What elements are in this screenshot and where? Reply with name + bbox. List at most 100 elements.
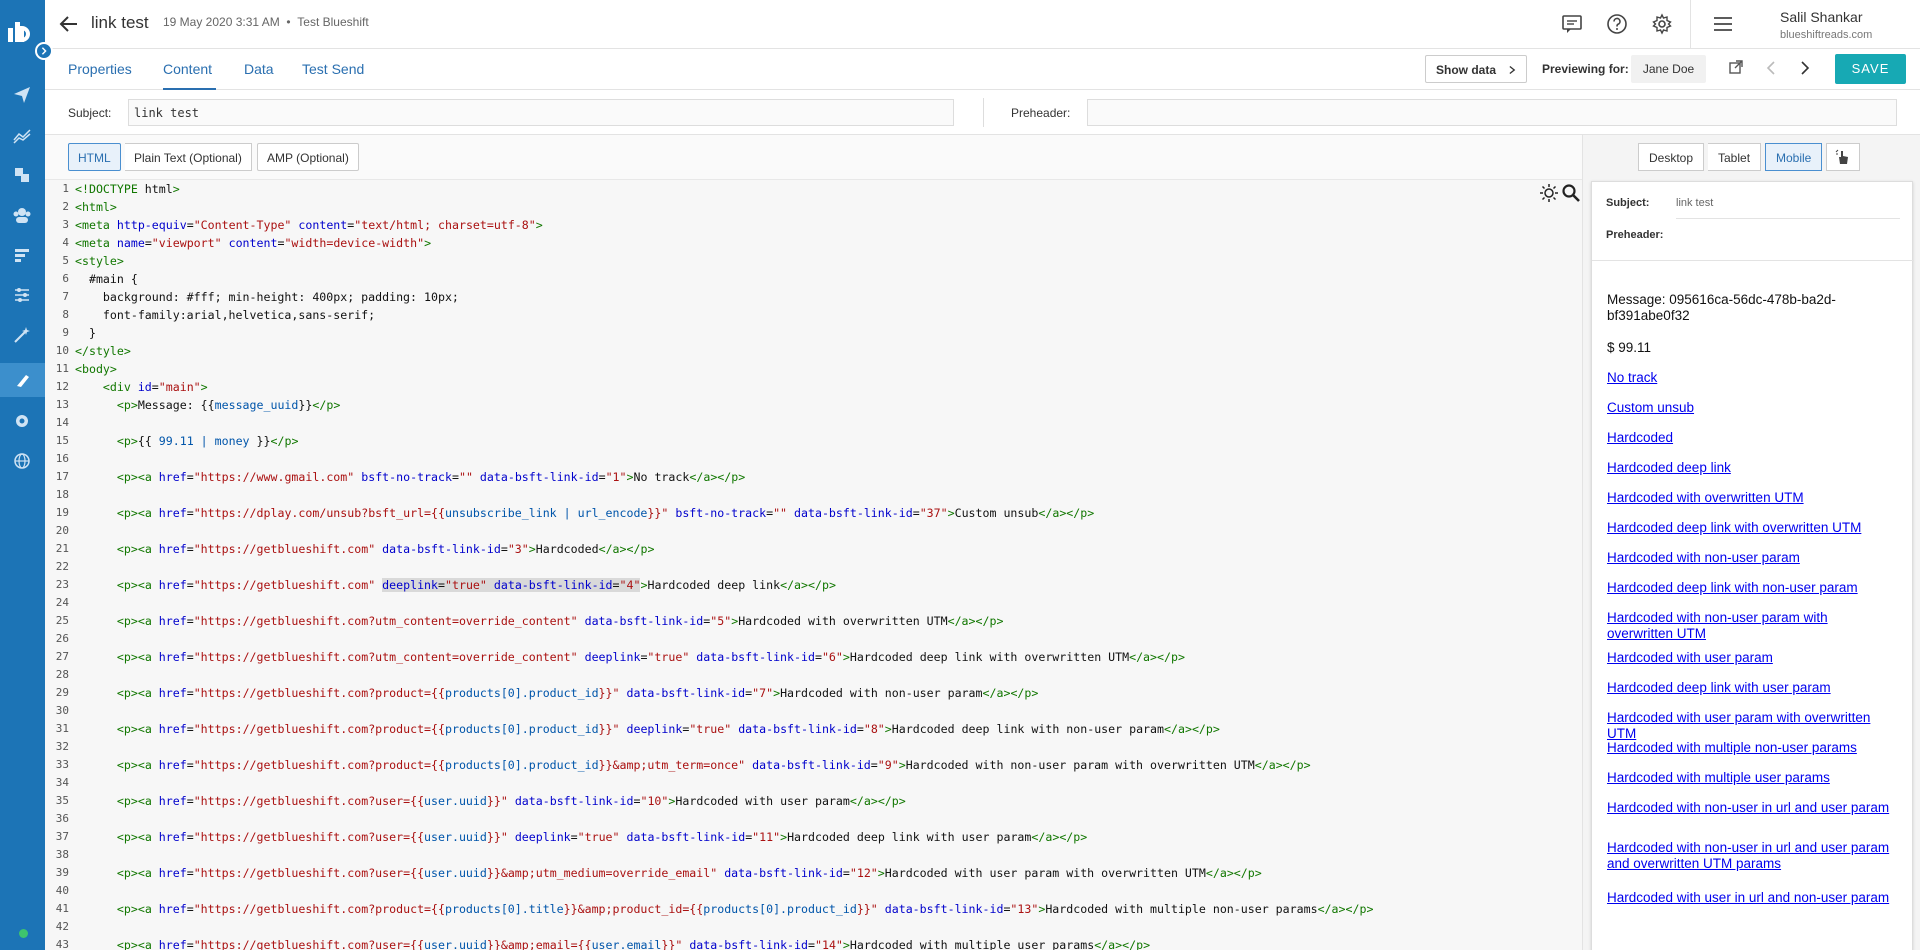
code-line: 26 xyxy=(45,630,1582,648)
line-number: 28 xyxy=(55,668,69,681)
code-line: 38 xyxy=(45,846,1582,864)
tab-content[interactable]: Content xyxy=(163,61,212,77)
device-tablet-button[interactable]: Tablet xyxy=(1708,143,1762,171)
show-data-button[interactable]: Show data xyxy=(1425,55,1527,83)
code-line: 33 <p><a href="https://getblueshift.com?… xyxy=(45,756,1582,774)
preview-link[interactable]: No track xyxy=(1607,370,1897,386)
device-desktop-button[interactable]: Desktop xyxy=(1638,143,1705,171)
workspace-name: Test Blueshift xyxy=(297,15,369,29)
preview-link[interactable]: Hardcoded xyxy=(1607,430,1897,446)
code-line: 31 <p><a href="https://getblueshift.com?… xyxy=(45,720,1582,738)
code-line: 39 <p><a href="https://getblueshift.com?… xyxy=(45,864,1582,882)
preview-link[interactable]: Hardcoded with non-user in url and user … xyxy=(1607,840,1897,872)
back-arrow-icon[interactable] xyxy=(58,13,80,35)
page-meta: 19 May 2020 3:31 AM • Test Blueshift xyxy=(163,15,369,29)
preview-link[interactable]: Hardcoded with user param xyxy=(1607,650,1897,666)
code-line: 10 </style> xyxy=(45,342,1582,360)
line-number: 40 xyxy=(55,884,69,897)
tab-test-send[interactable]: Test Send xyxy=(302,61,364,77)
reports-icon[interactable] xyxy=(11,244,33,266)
code-text: <meta name="viewport" content="width=dev… xyxy=(75,236,432,250)
preview-link[interactable]: Hardcoded with non-user param with overw… xyxy=(1607,610,1897,642)
code-line: 28 xyxy=(45,666,1582,684)
preview-link[interactable]: Hardcoded with multiple non-user params xyxy=(1607,740,1897,756)
expand-nav-chevron-icon[interactable] xyxy=(35,42,53,60)
format-plain-text-button[interactable]: Plain Text (Optional) xyxy=(125,143,252,171)
preheader-input[interactable] xyxy=(1087,99,1897,126)
search-icon[interactable] xyxy=(1562,184,1580,202)
preview-link[interactable]: Hardcoded with user in url and non-user … xyxy=(1607,890,1897,906)
code-line: 37 <p><a href="https://getblueshift.com?… xyxy=(45,828,1582,846)
line-number: 34 xyxy=(55,776,69,789)
code-text: <meta http-equiv="Content-Type" content=… xyxy=(75,218,543,232)
help-icon[interactable] xyxy=(1606,13,1628,35)
line-number: 14 xyxy=(55,416,69,429)
line-number: 35 xyxy=(55,794,69,807)
line-number: 22 xyxy=(55,560,69,573)
device-mobile-button[interactable]: Mobile xyxy=(1765,143,1823,171)
code-line: 17 <p><a href="https://www.gmail.com" bs… xyxy=(45,468,1582,486)
catalog-icon[interactable] xyxy=(11,164,33,186)
line-number: 33 xyxy=(55,758,69,771)
settings-gear-icon[interactable] xyxy=(11,410,33,432)
code-editor[interactable]: 1 <!DOCTYPE html> 2 <html> 3 <meta http-equiv… xyxy=(45,180,1582,950)
preview-link[interactable]: Hardcoded deep link with overwritten UTM xyxy=(1607,520,1897,536)
preview-link[interactable]: Hardcoded deep link with non-user param xyxy=(1607,580,1897,596)
settings-gear-icon[interactable] xyxy=(1651,13,1673,35)
preview-link[interactable]: Hardcoded with user param with overwritt… xyxy=(1607,710,1897,742)
code-line: 2 <html> xyxy=(45,198,1582,216)
preview-link[interactable]: Hardcoded with multiple user params xyxy=(1607,770,1897,786)
blueshift-logo-icon[interactable] xyxy=(6,18,38,44)
format-toolbar: HTML Plain Text (Optional) AMP (Optional… xyxy=(45,135,1582,180)
preview-link[interactable]: Hardcoded with non-user in url and user … xyxy=(1607,800,1897,816)
preview-link[interactable]: Custom unsub xyxy=(1607,400,1897,416)
user-domain: blueshiftreads.com xyxy=(1780,29,1873,41)
code-line: 19 <p><a href="https://dplay.com/unsub?b… xyxy=(45,504,1582,522)
user-menu[interactable]: Salil Shankar blueshiftreads.com xyxy=(1690,0,1920,49)
hamburger-menu-icon[interactable] xyxy=(1713,15,1733,33)
line-number: 6 xyxy=(62,272,69,285)
line-number: 11 xyxy=(55,362,69,375)
code-line: 43 <p><a href="https://getblueshift.com?… xyxy=(45,936,1582,950)
code-line: 23 <p><a href="https://getblueshift.com"… xyxy=(45,576,1582,594)
tab-properties[interactable]: Properties xyxy=(68,61,132,77)
preview-link[interactable]: Hardcoded with overwritten UTM xyxy=(1607,490,1897,506)
tab-data[interactable]: Data xyxy=(244,61,274,77)
code-text: <style> xyxy=(75,254,124,268)
code-line: 21 <p><a href="https://getblueshift.com"… xyxy=(45,540,1582,558)
code-text: <p><a href="https://getblueshift.com?pro… xyxy=(116,686,1039,700)
code-line: 9 } xyxy=(45,324,1582,342)
code-text: <!DOCTYPE html> xyxy=(75,182,180,196)
preview-link[interactable]: Hardcoded deep link xyxy=(1607,460,1897,476)
line-number: 4 xyxy=(62,236,69,249)
customers-icon[interactable] xyxy=(11,204,33,226)
theme-sun-icon[interactable] xyxy=(1540,184,1558,202)
format-amp-button[interactable]: AMP (Optional) xyxy=(257,143,359,171)
send-icon[interactable] xyxy=(11,84,33,106)
preview-link[interactable]: Hardcoded with non-user param xyxy=(1607,550,1897,566)
code-text: <p><a href="https://getblueshift.com?use… xyxy=(116,830,1088,844)
templates-brush-icon[interactable] xyxy=(0,363,45,397)
code-line: 16 xyxy=(45,450,1582,468)
format-html-button[interactable]: HTML xyxy=(68,143,121,171)
next-user-chevron-icon[interactable] xyxy=(1800,61,1812,75)
preview-link[interactable]: Hardcoded deep link with user param xyxy=(1607,680,1897,696)
prev-user-chevron-icon[interactable] xyxy=(1766,61,1778,75)
code-line: 15 <p>{{ 99.11 | money }}</p> xyxy=(45,432,1582,450)
line-number: 26 xyxy=(55,632,69,645)
preview-preheader-label: Preheader: xyxy=(1606,229,1664,241)
filters-icon[interactable] xyxy=(11,284,33,306)
comments-icon[interactable] xyxy=(1561,13,1583,35)
external-link-icon[interactable] xyxy=(1728,59,1744,75)
magic-wand-icon[interactable] xyxy=(11,324,33,346)
code-line: 41 <p><a href="https://getblueshift.com?… xyxy=(45,900,1582,918)
save-button[interactable]: SAVE xyxy=(1835,54,1906,84)
subject-input[interactable]: link test xyxy=(128,99,954,126)
analytics-icon[interactable] xyxy=(11,124,33,146)
preview-user-select[interactable]: Jane Doe xyxy=(1631,55,1706,83)
line-number: 9 xyxy=(62,326,69,339)
line-number: 17 xyxy=(55,470,69,483)
code-line: 22 xyxy=(45,558,1582,576)
globe-icon[interactable] xyxy=(11,450,33,472)
interact-pointer-button[interactable] xyxy=(1826,143,1860,171)
